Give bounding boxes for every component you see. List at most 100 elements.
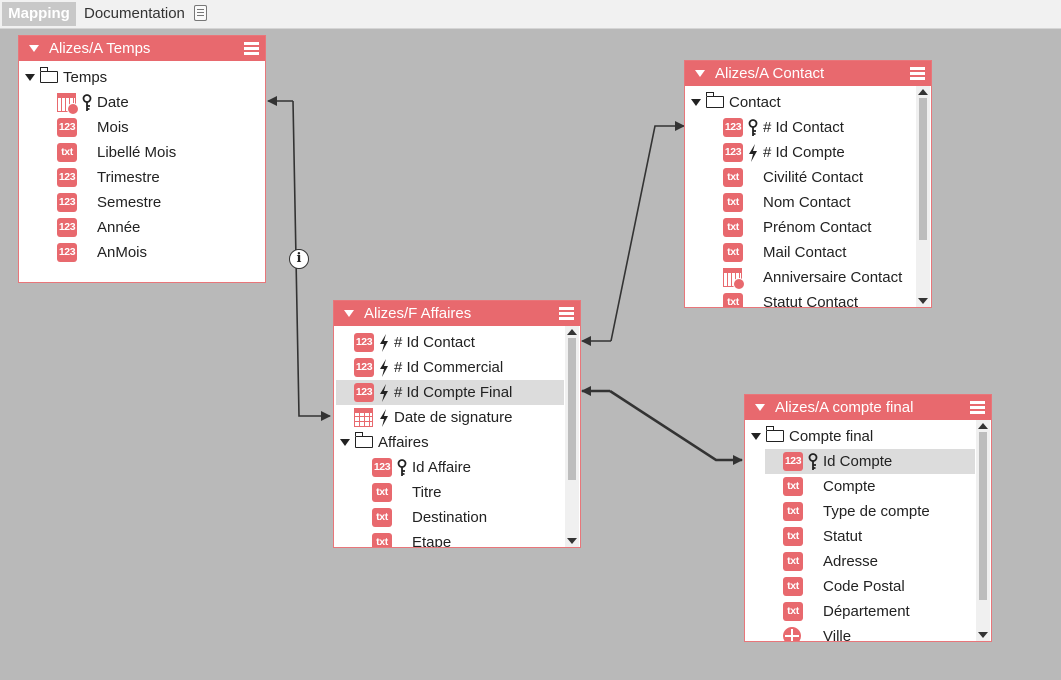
table-header[interactable]: Alizes/A Temps xyxy=(19,36,265,61)
folder-row[interactable]: Contact xyxy=(685,90,915,115)
text-icon: txt xyxy=(723,168,743,187)
table-row[interactable]: txt Destination xyxy=(334,505,564,530)
table-row[interactable]: txt Mail Contact xyxy=(685,240,915,265)
table-header[interactable]: Alizes/F Affaires xyxy=(334,301,580,326)
collapse-caret-icon[interactable] xyxy=(755,404,765,411)
table-row[interactable]: txt Type de compte xyxy=(745,499,975,524)
table-row[interactable]: 123 # Id Contact xyxy=(685,115,915,140)
collapse-caret-icon[interactable] xyxy=(344,310,354,317)
table-row[interactable]: txt Libellé Mois xyxy=(19,140,265,165)
table-row[interactable]: txt Statut Contact xyxy=(685,290,915,307)
text-icon: txt xyxy=(57,143,77,162)
table-header[interactable]: Alizes/A compte final xyxy=(745,395,991,420)
table-compte-final[interactable]: Alizes/A compte final Compte final 123 I… xyxy=(744,394,992,642)
menu-icon[interactable] xyxy=(910,67,925,80)
scroll-down-icon[interactable] xyxy=(978,632,988,638)
table-body: Temps Date 123 Mois txt Libellé Mois 123… xyxy=(19,61,265,282)
table-header[interactable]: Alizes/A Contact xyxy=(685,61,931,86)
table-row[interactable]: txt Civilité Contact xyxy=(685,165,915,190)
field-label: Date xyxy=(97,94,129,111)
field-label: Statut xyxy=(823,528,863,545)
text-icon: txt xyxy=(783,602,803,621)
folder-caret-icon[interactable] xyxy=(340,439,350,446)
table-row[interactable]: 123 Mois xyxy=(19,115,265,140)
table-row[interactable]: Date xyxy=(19,90,265,115)
scroll-down-icon[interactable] xyxy=(918,298,928,304)
table-row[interactable]: txt Statut xyxy=(745,524,975,549)
table-contact[interactable]: Alizes/A Contact Contact 123 # Id Contac… xyxy=(684,60,932,308)
scroll-up-icon[interactable] xyxy=(978,423,988,429)
table-affaires[interactable]: Alizes/F Affaires 123 # Id Contact 123 #… xyxy=(333,300,581,548)
table-row[interactable]: txt Nom Contact xyxy=(685,190,915,215)
folder-row[interactable]: Compte final xyxy=(745,424,975,449)
key-icon xyxy=(397,459,407,476)
collapse-caret-icon[interactable] xyxy=(29,45,39,52)
link-affaires-compte xyxy=(609,389,743,465)
table-row[interactable]: 123 Année xyxy=(19,215,265,240)
table-title: Alizes/A compte final xyxy=(775,399,914,416)
field-label: Nom Contact xyxy=(763,194,851,211)
field-label: # Id Commercial xyxy=(394,359,504,376)
folder-caret-icon[interactable] xyxy=(751,433,761,440)
scroll-down-icon[interactable] xyxy=(567,538,577,544)
table-row[interactable]: txt Prénom Contact xyxy=(685,215,915,240)
scroll-thumb[interactable] xyxy=(568,338,576,480)
folder-row[interactable]: Affaires xyxy=(334,430,564,455)
table-row[interactable]: 123 AnMois xyxy=(19,240,265,265)
field-label: Adresse xyxy=(823,553,879,570)
table-row[interactable]: txt Compte xyxy=(745,474,975,499)
field-label: # Id Compte xyxy=(763,144,845,161)
folder-label: Compte final xyxy=(789,428,874,445)
table-row-selected[interactable]: 123 # Id Compte Final xyxy=(336,380,564,405)
table-temps[interactable]: Alizes/A Temps Temps Date 123 Mois txt L… xyxy=(18,35,266,283)
field-label: Département xyxy=(823,603,910,620)
table-row[interactable]: 123 Id Affaire xyxy=(334,455,564,480)
info-icon[interactable]: i xyxy=(289,249,309,269)
folder-caret-icon[interactable] xyxy=(25,74,35,81)
menu-icon[interactable] xyxy=(244,42,259,55)
table-row[interactable]: 123 # Id Compte xyxy=(685,140,915,165)
table-row[interactable]: 123 # Id Commercial xyxy=(334,355,564,380)
menu-icon[interactable] xyxy=(970,401,985,414)
scrollbar[interactable] xyxy=(565,326,579,547)
scroll-up-icon[interactable] xyxy=(567,329,577,335)
scrollbar[interactable] xyxy=(976,420,990,641)
table-body: Contact 123 # Id Contact 123 # Id Compte… xyxy=(685,86,915,307)
table-row[interactable]: txt Code Postal xyxy=(745,574,975,599)
folder-row[interactable]: Temps xyxy=(19,65,265,90)
scroll-thumb[interactable] xyxy=(919,98,927,240)
globe-icon xyxy=(783,627,801,641)
table-row[interactable]: 123 Semestre xyxy=(19,190,265,215)
table-row[interactable]: Anniversaire Contact xyxy=(685,265,915,290)
table-row[interactable]: txt Département xyxy=(745,599,975,624)
field-label: # Id Compte Final xyxy=(394,384,513,401)
folder-icon xyxy=(705,92,724,108)
table-row[interactable]: txt Adresse xyxy=(745,549,975,574)
scrollbar[interactable] xyxy=(916,86,930,307)
key-icon xyxy=(808,453,818,470)
field-label: Compte xyxy=(823,478,876,495)
number-icon: 123 xyxy=(783,452,803,471)
table-row[interactable]: 123 Trimestre xyxy=(19,165,265,190)
lightning-icon xyxy=(749,144,757,162)
key-icon xyxy=(748,119,758,136)
scroll-up-icon[interactable] xyxy=(918,89,928,95)
number-icon: 123 xyxy=(57,243,77,262)
menu-icon[interactable] xyxy=(559,307,574,320)
field-label: Titre xyxy=(412,484,442,501)
table-row[interactable]: txt Etape xyxy=(334,530,564,547)
table-row[interactable]: txt Titre xyxy=(334,480,564,505)
scroll-thumb[interactable] xyxy=(979,432,987,600)
table-row[interactable]: 123 # Id Contact xyxy=(334,330,564,355)
table-body: Compte final 123 Id Compte txt Compte tx… xyxy=(745,420,975,641)
text-icon: txt xyxy=(783,577,803,596)
table-row[interactable]: Ville xyxy=(745,624,975,641)
folder-icon xyxy=(39,67,58,83)
text-icon: txt xyxy=(372,533,392,547)
field-label: Date de signature xyxy=(394,409,513,426)
folder-caret-icon[interactable] xyxy=(691,99,701,106)
table-row-selected[interactable]: 123 Id Compte xyxy=(765,449,975,474)
table-row[interactable]: Date de signature xyxy=(334,405,564,430)
collapse-caret-icon[interactable] xyxy=(695,70,705,77)
field-label: Mail Contact xyxy=(763,244,847,261)
